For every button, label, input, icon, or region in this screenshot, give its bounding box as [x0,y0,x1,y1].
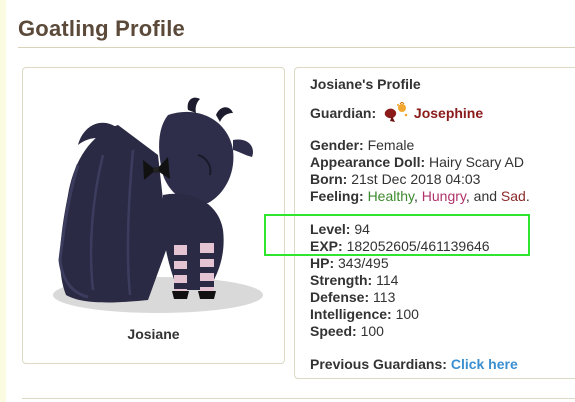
gender-value: Female [367,137,415,153]
profile-heading: Josiane's Profile [310,76,421,92]
pet-name-caption: Josiane [127,326,180,342]
previous-guardians-label: Previous Guardians: [310,356,447,372]
speed-label: Speed: [310,323,357,339]
strength-label: Strength: [310,272,373,288]
guardian-name-link[interactable]: Josephine [414,105,483,121]
gender-row: Gender: Female [310,137,414,154]
strength-value: 114 [376,272,399,288]
born-label: Born: [310,171,348,187]
hp-label: HP: [310,255,335,271]
feeling-separator-and: , and [465,188,498,204]
feeling-sad: Sad [500,188,526,204]
feeling-label: Feeling: [310,188,364,204]
title-divider [18,47,575,48]
left-sidebar-strip [0,0,6,402]
appearance-value: Hairy Scary AD [429,154,524,170]
hp-value: 343/495 [338,255,389,271]
level-exp-highlight [264,214,530,256]
defense-row: Defense: 113 [310,289,395,306]
guardian-label: Guardian: [310,105,377,121]
speed-row: Speed: 100 [310,323,384,340]
appearance-row: Appearance Doll: Hairy Scary AD [310,154,524,171]
born-row: Born: 21st Dec 2018 04:03 [310,171,480,188]
goatling-image [53,97,263,313]
feeling-end: . [525,188,530,204]
appearance-label: Appearance Doll: [310,154,426,170]
bottom-divider [22,398,575,399]
previous-guardians-row: Previous Guardians: Click here [310,356,518,373]
hp-row: HP: 343/495 [310,255,389,272]
strength-row: Strength: 114 [310,272,398,289]
intelligence-label: Intelligence: [310,306,392,322]
guardian-avatar-icon[interactable] [382,101,408,128]
defense-label: Defense: [310,289,370,305]
feeling-row: Feeling: Healthy, Hungry, and Sad. [310,188,530,205]
feeling-hungry: Hungry [421,188,466,204]
intelligence-row: Intelligence: 100 [310,306,419,323]
pet-image-card: Josiane [22,67,285,364]
guardian-row: Guardian: Josephine [310,101,483,128]
feeling-healthy: Healthy [367,188,414,204]
born-value: 21st Dec 2018 04:03 [351,171,481,187]
gender-label: Gender: [310,137,364,153]
page-title: Goatling Profile [18,16,185,41]
intelligence-value: 100 [395,306,419,322]
feeling-separator: , [414,188,418,204]
speed-value: 100 [360,323,384,339]
defense-value: 113 [373,289,396,305]
previous-guardians-link[interactable]: Click here [451,356,518,372]
